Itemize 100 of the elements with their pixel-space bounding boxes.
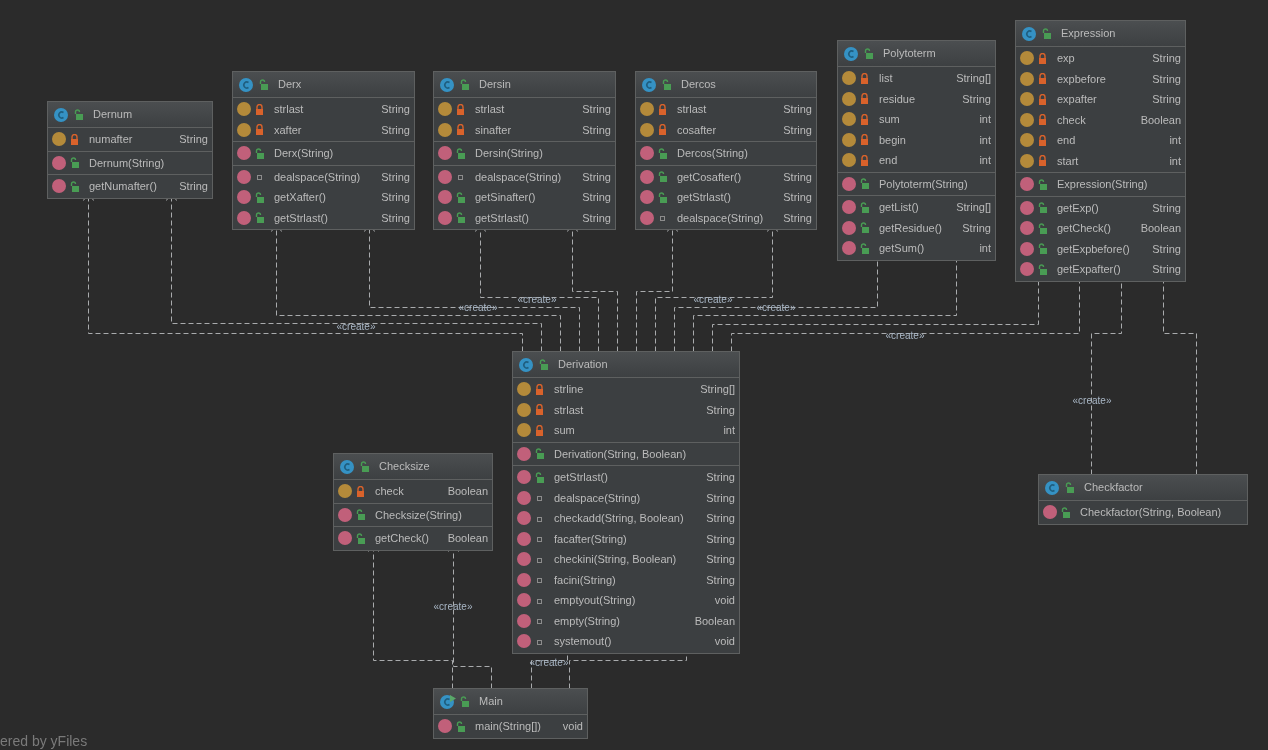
field-name: list [879,71,894,86]
type-name: String [706,490,735,506]
method-icon [842,220,856,235]
class-name: Dersin [479,77,511,93]
type-name: String [1152,241,1181,257]
method-name: getXafter() [274,190,327,205]
type-name: String [179,179,208,194]
method-name: getCheck() [1057,221,1112,236]
type-name: String [381,102,410,117]
type-name: String [1152,92,1181,107]
type-name: String [783,122,812,138]
type-name: String [381,210,410,226]
type-name: String [706,511,735,526]
method-name: emptyout(String) [554,593,637,608]
field-icon [842,71,856,86]
open-lock-icon [460,79,469,90]
field-name: xafter [274,122,303,138]
field-name: residue [879,91,917,107]
method-name: dealspace(String) [274,169,362,185]
field-icon [438,102,452,117]
field-name: end [879,153,899,168]
type-name: String [783,169,812,185]
field-name: cosafter [677,122,718,138]
connector-label: «create» [529,657,569,669]
connector-label: «create» [885,330,925,342]
type-name: void [714,593,735,608]
method-icon [640,210,654,225]
field-icon [842,91,856,106]
field-name: strlast [554,402,585,418]
field-icon [842,153,856,168]
connector-label: «create» [693,294,733,306]
method-name: getExpafter() [1057,262,1122,277]
field-icon [640,122,654,137]
method-icon [517,572,531,587]
field-icon [52,132,66,147]
method-name: Checkfactor(String, Boolean) [1080,505,1223,520]
type-name: String [962,220,991,236]
type-name: String [706,402,735,418]
method-icon [1020,200,1034,215]
field-name: strlast [475,102,506,117]
type-name: String [381,122,410,138]
connector-label: «create» [336,321,376,333]
field-name: expafter [1057,92,1098,107]
method-name: getExpbefore() [1057,241,1131,257]
method-name: Polytoterm(String) [879,176,969,192]
type-name: String [962,91,991,107]
open-lock-icon [74,109,83,120]
open-lock-icon [539,359,548,370]
type-name: int [979,112,991,127]
method-icon [1020,241,1034,256]
method-icon [517,511,531,526]
field-icon [438,122,452,137]
method-icon [237,169,251,184]
type-name: Boolean [694,613,735,629]
method-icon [640,190,654,205]
method-name: getCheck() [375,531,430,546]
field-name: numafter [89,132,134,147]
field-icon [237,122,251,137]
type-name: String[] [956,71,991,86]
method-icon [640,146,654,161]
type-name: String [706,552,735,567]
method-name: getCosafter() [677,169,743,185]
method-icon [237,146,251,161]
type-name: String [783,190,812,205]
method-icon [438,169,452,184]
field-icon [640,102,654,117]
method-icon [1020,262,1034,277]
type-name: Boolean [447,484,488,499]
field-name: check [375,484,405,499]
field-name: begin [879,132,907,148]
field-icon [338,484,352,499]
method-name: getStrlast() [274,210,329,226]
type-name: Boolean [447,531,488,546]
connector-label: «create» [1072,395,1112,407]
method-icon [517,613,531,628]
method-name: getExp() [1057,200,1100,216]
field-name: strlast [274,102,305,117]
field-name: sum [879,112,901,127]
method-name: getSum() [879,241,926,256]
type-name: String [381,190,410,205]
field-name: exp [1057,51,1076,66]
field-name: sum [554,423,576,438]
method-name: Expression(String) [1057,177,1149,192]
open-lock-icon [1042,28,1051,39]
class-name: Dercos [681,77,716,93]
type-name: int [1169,133,1181,148]
field-icon [1020,153,1034,168]
method-name: checkadd(String, Boolean) [554,511,685,526]
type-name: String [381,169,410,185]
class-name: Derivation [558,357,608,373]
class-name: Dernum [93,107,133,123]
class-name: Polytoterm [883,46,936,62]
method-icon [52,155,66,170]
open-lock-icon [259,79,268,90]
type-name: int [979,153,991,168]
method-name: Dersin(String) [475,146,544,161]
method-name: dealspace(String) [475,169,563,185]
field-name: expbefore [1057,71,1107,87]
type-name: String [706,470,735,485]
field-icon [1020,51,1034,66]
